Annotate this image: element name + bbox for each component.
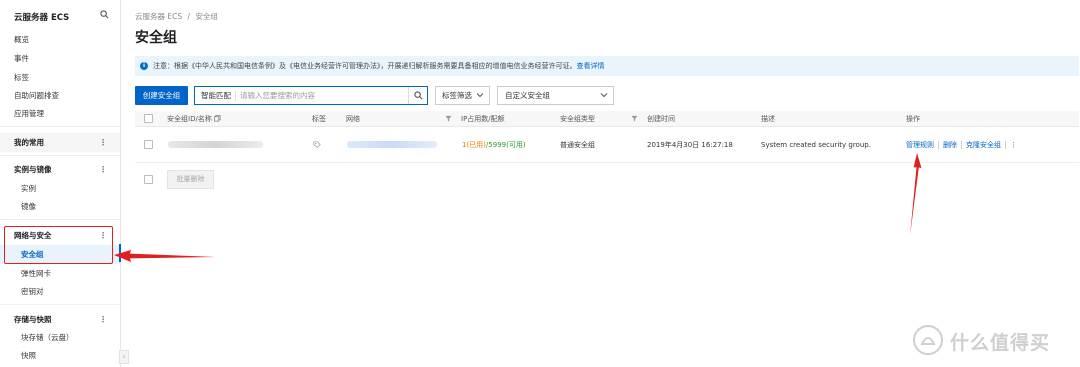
- info-icon: i: [140, 62, 148, 70]
- watermark-logo: [913, 325, 943, 355]
- sidebar-group-storage[interactable]: 存储与快照 ⋮: [0, 310, 120, 329]
- column-header-created: 创建时间: [647, 115, 675, 123]
- chevron-down-icon: [600, 93, 608, 98]
- sidebar-item-app-management[interactable]: 应用管理: [0, 104, 120, 123]
- sidebar-group-label: 实例与镜像: [14, 165, 52, 174]
- sidebar-divider: [0, 126, 120, 127]
- redacted-network: [347, 141, 437, 148]
- sidebar-title: 云服务器 ECS: [14, 13, 70, 23]
- sidebar: 云服务器 ECS 概览 事件 标签 自助问题排查 应用管理 我的常用 ⋮ 实例与…: [0, 0, 121, 367]
- annotation-highlight-box: [4, 226, 113, 264]
- column-header-type: 安全组类型: [560, 115, 595, 123]
- search-type-select[interactable]: 智能匹配: [201, 87, 231, 104]
- sidebar-group-mine[interactable]: 我的常用 ⋮: [0, 133, 120, 152]
- sidebar-divider: [0, 304, 120, 305]
- ip-usage: 1(已用)/5999(可用): [462, 127, 526, 163]
- filter-icon[interactable]: [631, 115, 638, 122]
- column-header-ops: 操作: [906, 115, 920, 123]
- watermark-text: 什么值得买: [950, 332, 1051, 354]
- clone-link[interactable]: 克隆安全组: [966, 141, 1001, 149]
- bulk-select-checkbox[interactable]: [144, 175, 153, 184]
- search-input[interactable]: [240, 88, 380, 103]
- column-header-desc: 描述: [761, 115, 775, 123]
- ip-used: 1(已用): [462, 141, 486, 149]
- notice-text: 注意：根据《中华人民共和国电信条例》及《电信业务经营许可管理办法》，开展递归解析…: [153, 62, 577, 70]
- sidebar-item-keypairs[interactable]: 密钥对: [0, 282, 120, 301]
- chevron-down-icon: [476, 93, 484, 98]
- sidebar-divider: [0, 155, 120, 156]
- bulk-delete-button[interactable]: 批量删除: [167, 170, 214, 189]
- op-divider: [1005, 141, 1006, 149]
- sidebar-divider: [0, 219, 120, 220]
- sidebar-item-events[interactable]: 事件: [0, 49, 120, 68]
- column-header-tags: 标签: [312, 115, 326, 123]
- sidebar-item-block-storage[interactable]: 块存储（云盘）: [0, 328, 120, 347]
- search-icon[interactable]: [100, 10, 109, 19]
- notice-banner: i 注意：根据《中华人民共和国电信条例》及《电信业务经营许可管理办法》，开展递归…: [135, 56, 1079, 76]
- tag-icon[interactable]: [313, 141, 321, 149]
- sidebar-group-label: 存储与快照: [14, 315, 52, 324]
- op-divider: [938, 141, 939, 149]
- sidebar-item-overview[interactable]: 概览: [0, 30, 120, 49]
- column-header-network: 网络: [346, 115, 360, 123]
- custom-security-group-select[interactable]: 自定义安全组: [497, 86, 614, 105]
- row-checkbox[interactable]: [144, 140, 153, 149]
- sidebar-item-tags[interactable]: 标签: [0, 68, 120, 87]
- custom-select-label: 自定义安全组: [505, 91, 550, 100]
- row-operations: 管理规则 删除 克隆安全组 ⋮: [906, 127, 1017, 163]
- notice-details-link[interactable]: 查看详情: [577, 62, 605, 70]
- create-security-group-button[interactable]: 创建安全组: [135, 86, 188, 105]
- sidebar-item-eni[interactable]: 弹性网卡: [0, 264, 120, 283]
- main-content: 云服务器 ECS / 安全组 安全组 i 注意：根据《中华人民共和国电信条例》及…: [121, 0, 1080, 367]
- breadcrumb-current: 安全组: [195, 12, 218, 21]
- sidebar-group-instances[interactable]: 实例与镜像 ⋮: [0, 160, 120, 179]
- more-icon[interactable]: ⋮: [99, 310, 107, 329]
- more-icon[interactable]: ⋮: [99, 160, 107, 179]
- search-icon: [414, 91, 423, 100]
- table-row: 1(已用)/5999(可用) 普通安全组 2019年4月30日 16:27:18…: [135, 127, 1079, 163]
- select-all-checkbox[interactable]: [144, 114, 153, 123]
- breadcrumb-root[interactable]: 云服务器 ECS: [135, 12, 182, 21]
- breadcrumb: 云服务器 ECS / 安全组: [135, 11, 218, 22]
- security-group-type: 普通安全组: [560, 141, 595, 149]
- ecs-console: 云服务器 ECS 概览 事件 标签 自助问题排查 应用管理 我的常用 ⋮ 实例与…: [0, 0, 1080, 367]
- watermark: 什么值得买: [913, 325, 1073, 357]
- breadcrumb-separator: /: [187, 12, 191, 21]
- sidebar-group-label: 我的常用: [14, 138, 44, 147]
- search-divider: [235, 91, 236, 101]
- sidebar-item-troubleshoot[interactable]: 自助问题排查: [0, 86, 120, 105]
- op-divider: [961, 141, 962, 149]
- tag-filter-label: 标签筛选: [442, 91, 472, 100]
- manage-rules-link[interactable]: 管理规则: [906, 141, 934, 149]
- bulk-actions: 批量删除: [135, 170, 435, 189]
- sidebar-item-images[interactable]: 镜像: [0, 197, 120, 216]
- description: System created security group.: [761, 141, 871, 149]
- tag-filter-button[interactable]: 标签筛选: [435, 86, 490, 105]
- filter-icon[interactable]: [445, 115, 452, 122]
- delete-link[interactable]: 删除: [943, 141, 957, 149]
- more-actions-icon[interactable]: ⋮: [1010, 141, 1017, 149]
- column-header-id: 安全组ID/名称: [167, 115, 212, 123]
- column-header-ip: IP占用数/配额: [461, 115, 505, 123]
- ip-available: /5999(可用): [485, 141, 526, 149]
- redacted-id: [168, 141, 263, 148]
- more-icon[interactable]: ⋮: [99, 133, 107, 152]
- table-header: 安全组ID/名称 标签 网络 IP占用数/配额 安全组类型 创建时间 描述 操作: [135, 111, 1079, 127]
- copy-icon[interactable]: [214, 115, 221, 122]
- sidebar-item-instances[interactable]: 实例: [0, 179, 120, 198]
- sidebar-item-snapshots[interactable]: 快照: [0, 346, 120, 365]
- search-button[interactable]: [408, 87, 427, 104]
- search-box: 智能匹配: [194, 86, 428, 105]
- page-title: 安全组: [135, 30, 177, 46]
- created-time: 2019年4月30日 16:27:18: [647, 141, 733, 149]
